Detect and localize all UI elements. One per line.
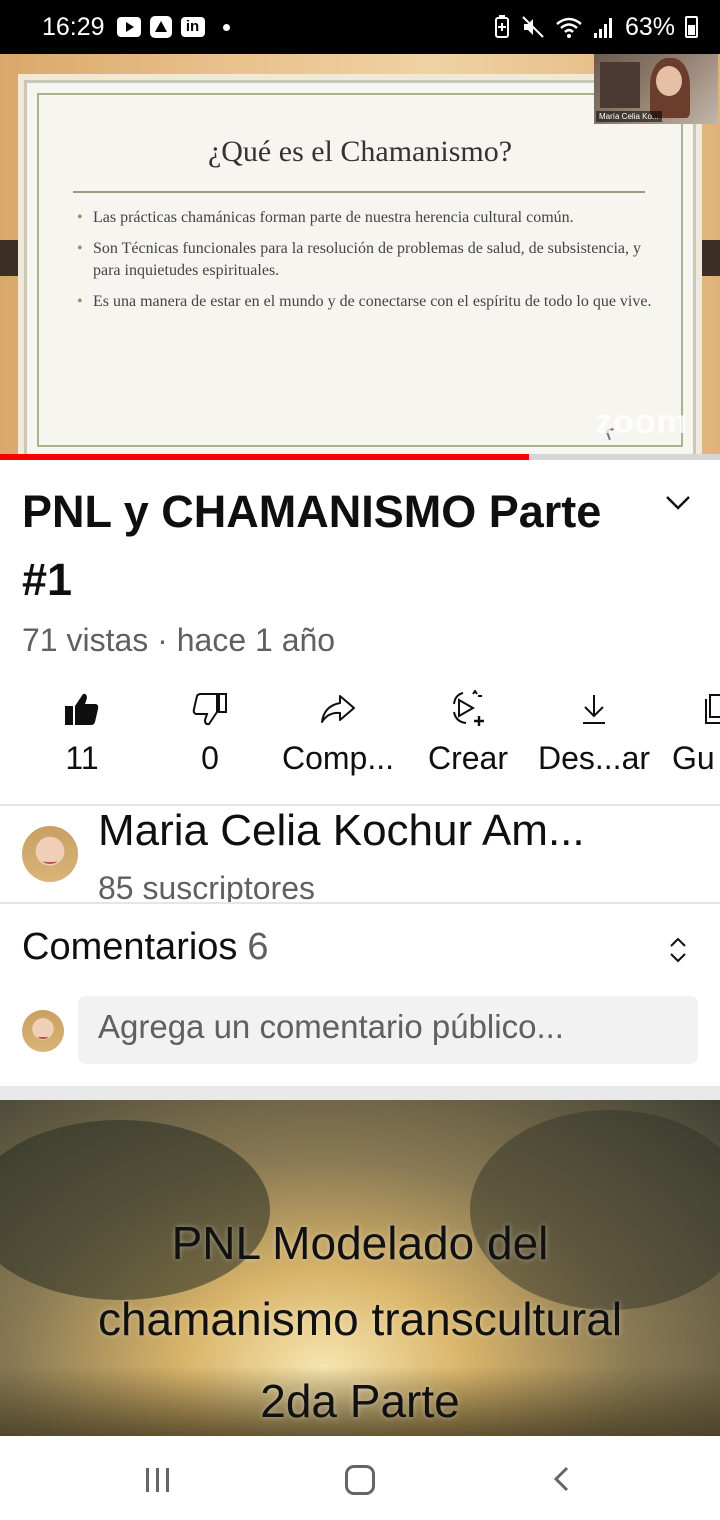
next-video-text-line: 2da Parte xyxy=(260,1375,460,1427)
video-progress-fill xyxy=(0,454,530,460)
system-icons: 63% xyxy=(493,13,698,42)
remix-icon xyxy=(453,690,484,726)
next-video-thumbnail[interactable]: PNL Modelado del chamanismo transcultura… xyxy=(0,1100,720,1436)
video-meta[interactable]: 71 vistas · hace 1 año xyxy=(22,622,335,659)
channel-name[interactable]: Maria Celia Kochur Am... xyxy=(98,806,658,856)
share-button[interactable]: Comp... xyxy=(276,682,400,792)
dot-icon xyxy=(222,23,230,31)
thumbs-down-icon xyxy=(192,693,227,726)
slide-divider xyxy=(73,191,645,193)
battery-saver-icon xyxy=(494,15,509,38)
mute-icon xyxy=(522,16,544,38)
thumbnail-tree-right xyxy=(470,1110,720,1310)
battery-percent: 63% xyxy=(624,12,675,41)
home-icon[interactable] xyxy=(345,1465,375,1495)
linkedin-icon: in xyxy=(180,17,205,37)
avatar-smile xyxy=(37,1034,49,1039)
next-video-text-line: chamanismo transcultural xyxy=(97,1293,623,1345)
next-video-text-line: PNL Modelado del xyxy=(171,1217,549,1269)
video-progress-bar[interactable] xyxy=(0,454,720,460)
slide-bullets: Las prácticas chamánicas forman parte de… xyxy=(77,207,653,322)
save-icon xyxy=(705,694,720,724)
signal-icon xyxy=(593,18,612,38)
share-icon xyxy=(321,695,355,723)
comments-header[interactable]: Comentarios 6 xyxy=(22,926,269,969)
battery-icon xyxy=(685,16,698,38)
speaker-thumbnail: María Celia Ko... xyxy=(594,54,718,124)
system-navigation-bar xyxy=(0,1436,720,1520)
pip-bookshelf xyxy=(600,62,640,108)
back-icon[interactable] xyxy=(552,1466,570,1492)
status-time: 16:29 xyxy=(42,12,105,41)
share-label: Comp... xyxy=(281,740,395,776)
maps-icon xyxy=(149,16,172,38)
comment-input[interactable]: Agrega un comentario público... xyxy=(78,996,698,1064)
wifi-icon xyxy=(556,17,582,38)
like-button[interactable]: 11 xyxy=(32,682,132,792)
action-row: 11 0 Comp... Crear Des...ar Gu xyxy=(0,682,720,792)
download-icon xyxy=(583,695,605,724)
zoom-watermark: zoom xyxy=(595,403,688,441)
download-label: Des...ar xyxy=(537,740,651,776)
dislike-count: 0 xyxy=(201,740,219,776)
comments-title: Comentarios xyxy=(22,926,238,968)
slide-title: ¿Qué es el Chamanismo? xyxy=(207,135,513,168)
subscriber-count: 85 suscriptores xyxy=(98,870,315,902)
slide-bullet: Es una manera de estar en el mundo y de … xyxy=(77,291,653,313)
expand-sort-icon[interactable] xyxy=(666,934,690,966)
create-label: Crear xyxy=(427,740,508,776)
youtube-icon xyxy=(116,17,141,37)
video-title[interactable]: PNL y CHAMANISMO Parte #1 xyxy=(22,478,642,614)
save-label: Gu xyxy=(672,740,715,776)
avatar-image xyxy=(22,826,78,882)
comments-count: 6 xyxy=(247,926,269,968)
video-player[interactable]: ¿Qué es el Chamanismo? Las prácticas cha… xyxy=(0,54,720,460)
avatar-image xyxy=(22,1010,64,1052)
dislike-button[interactable]: 0 xyxy=(160,682,260,792)
download-button[interactable]: Des...ar xyxy=(534,682,654,792)
like-count: 11 xyxy=(65,740,99,776)
section-gap xyxy=(0,1086,720,1100)
divider xyxy=(0,902,720,904)
pip-speaker-face xyxy=(656,66,682,96)
status-bar: 16:29 in 63% xyxy=(0,0,720,54)
thumbs-up-icon xyxy=(65,693,99,725)
slide-bullet: Son Técnicas funcionales para la resoluc… xyxy=(77,238,653,282)
recents-icon[interactable] xyxy=(146,1468,172,1492)
avatar-smile xyxy=(43,858,57,865)
pip-speaker-name: María Celia Ko... xyxy=(596,111,662,122)
thumbnail-tree-left xyxy=(0,1120,270,1300)
create-button[interactable]: Crear xyxy=(418,682,518,792)
slide-bullet: Las prácticas chamánicas forman parte de… xyxy=(77,207,653,229)
save-button[interactable]: Gu xyxy=(672,682,720,792)
channel-avatar[interactable] xyxy=(22,826,78,882)
user-avatar xyxy=(22,1010,64,1052)
notification-icons: in xyxy=(116,15,230,39)
chevron-down-icon[interactable] xyxy=(664,488,692,516)
